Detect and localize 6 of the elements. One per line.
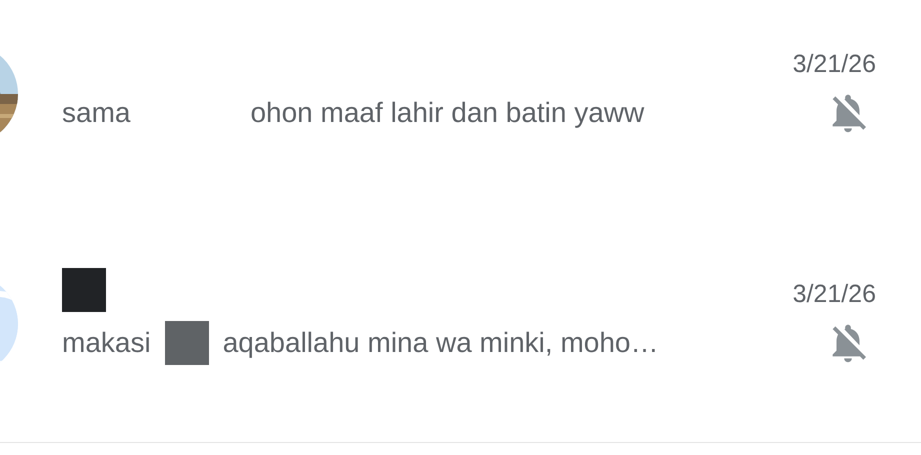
chat-date: 3/21/26 (792, 52, 876, 77)
chat-date: 3/21/26 (792, 282, 876, 307)
message-preview: ohon maaf lahir dan batin yaww (250, 99, 644, 127)
message-preview: makasi (62, 329, 151, 357)
message-preview: aqaballahu mina wa minki, moho… (222, 329, 658, 357)
message-preview: sama (62, 99, 130, 127)
